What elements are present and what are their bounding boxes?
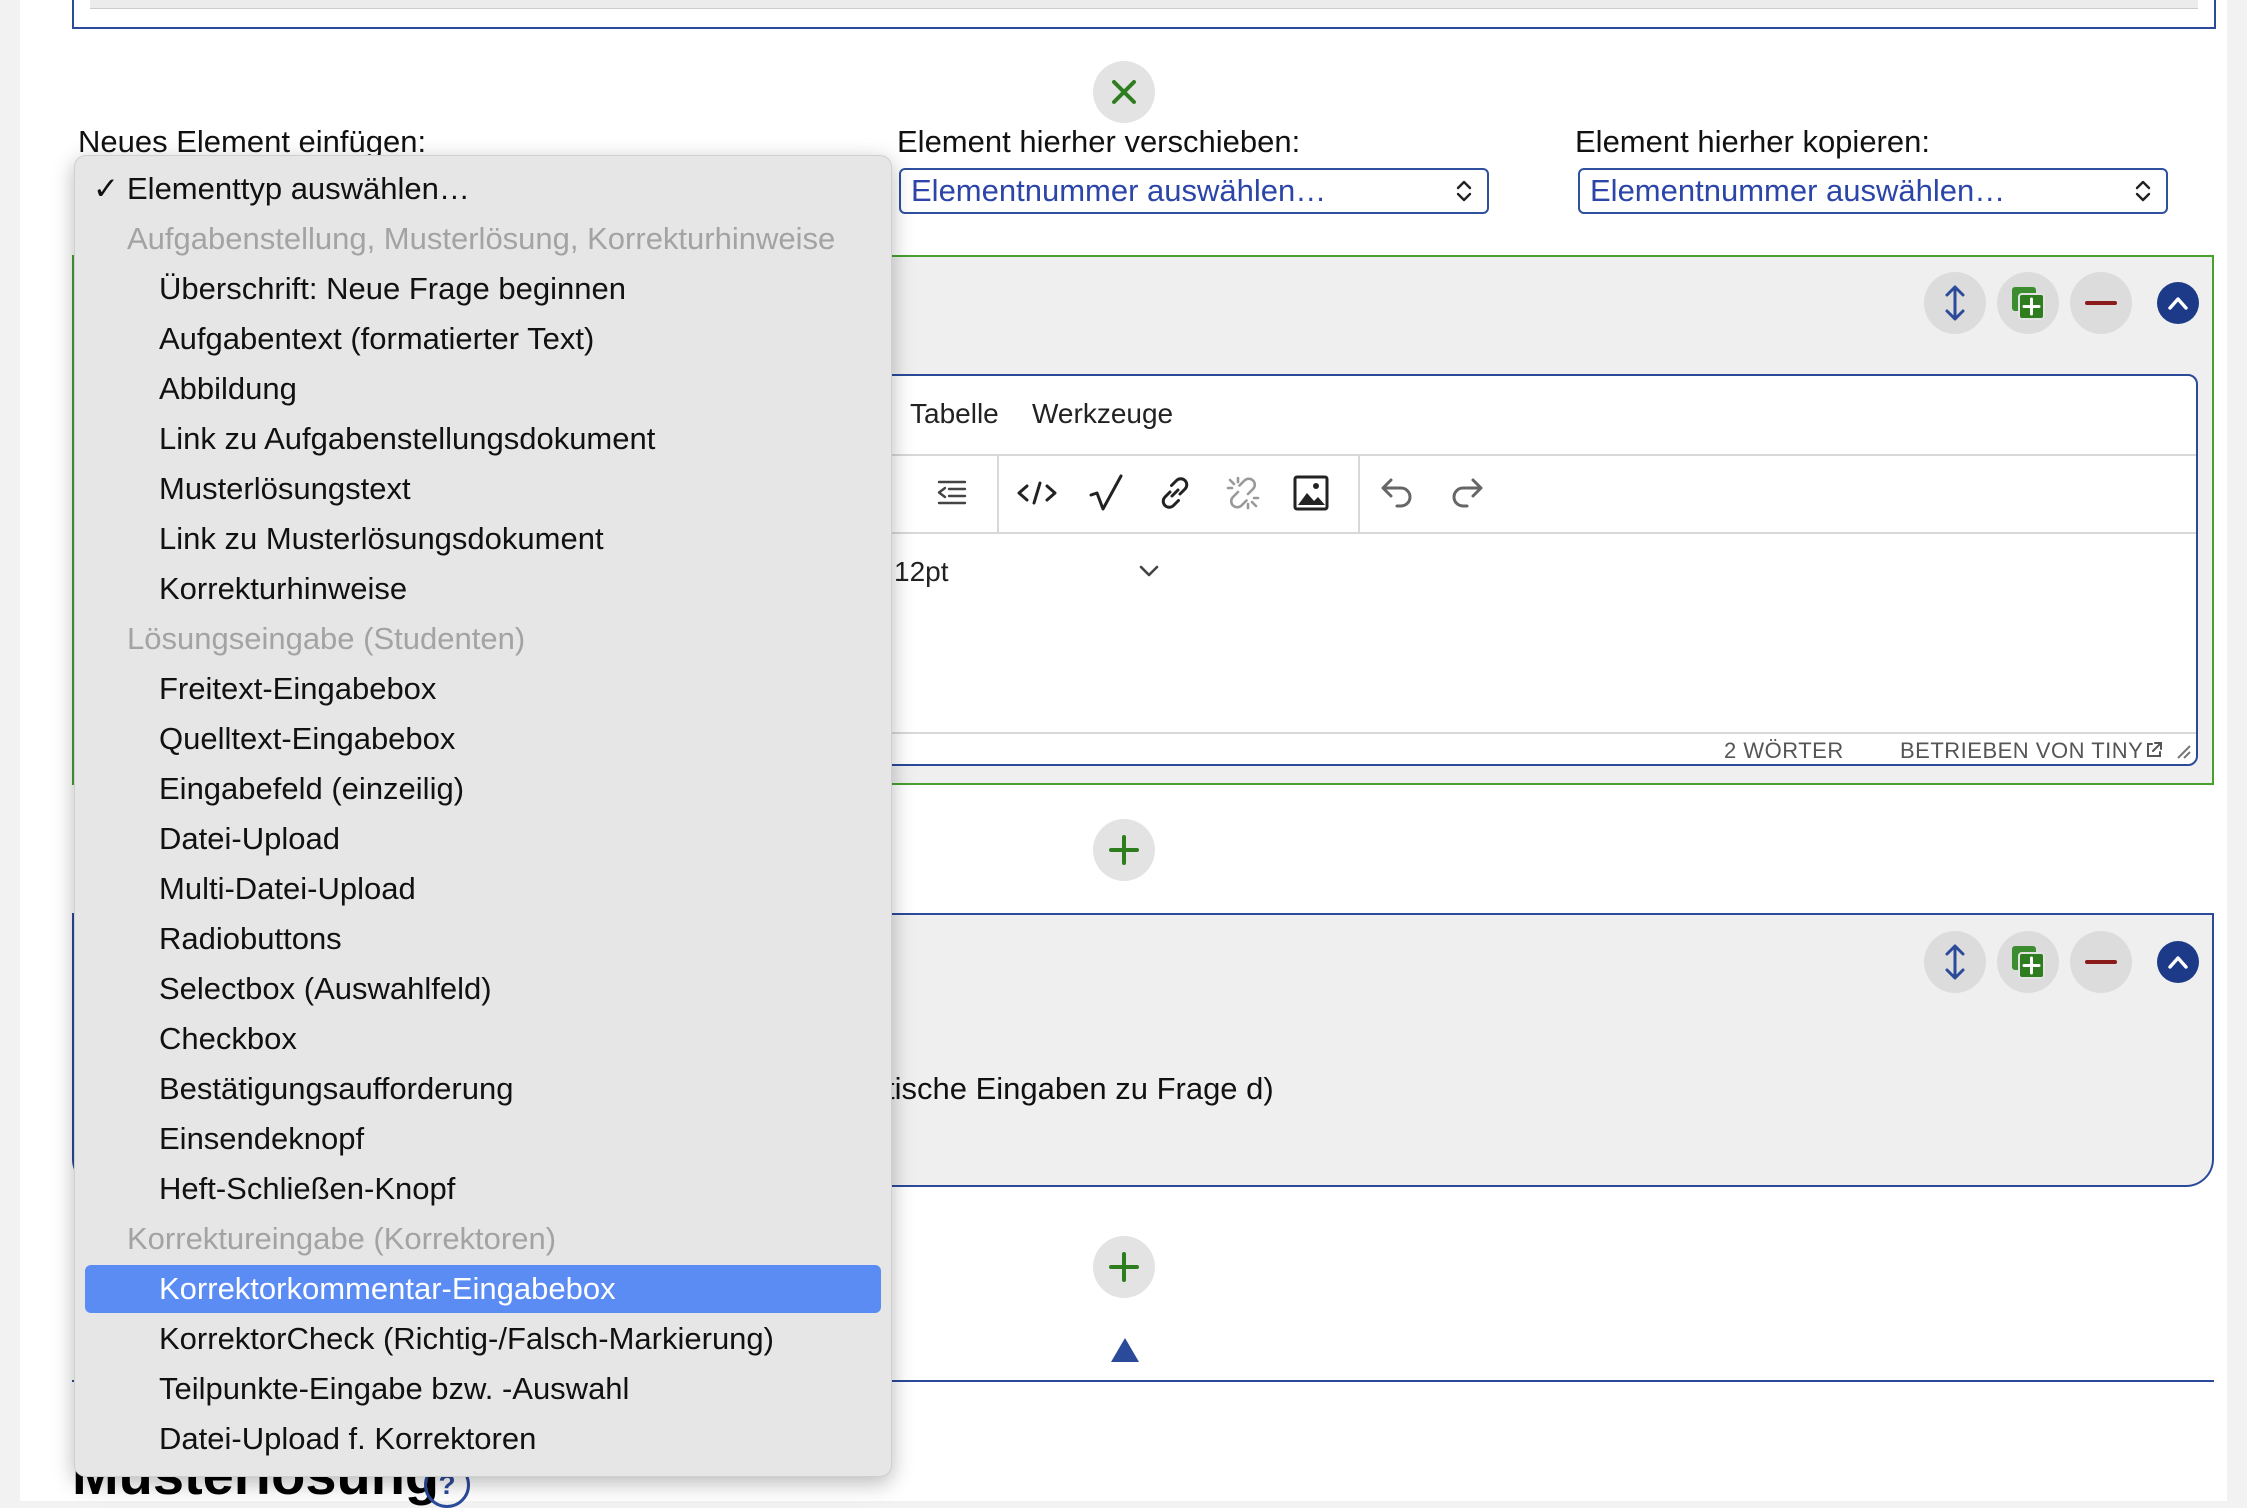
- dropdown-option[interactable]: Link zu Musterlösungsdokument: [75, 515, 891, 563]
- dropdown-option[interactable]: Datei-Upload f. Korrektoren: [75, 1415, 891, 1463]
- remove-element-button[interactable]: [2070, 272, 2132, 334]
- dropdown-option[interactable]: Einsendeknopf: [75, 1115, 891, 1163]
- move-label: Element hierher verschieben:: [897, 124, 1301, 159]
- dropdown-option[interactable]: Musterlösungstext: [75, 465, 891, 513]
- word-count: 2 WÖRTER: [1724, 738, 1844, 763]
- updown-chevron-icon: [1456, 180, 1472, 202]
- copy-label: Element hierher kopieren:: [1575, 124, 1930, 159]
- copy-select-value: Elementnummer auswählen…: [1590, 173, 2006, 208]
- powered-by-link[interactable]: BETRIEBEN VON TINY: [1900, 738, 2143, 764]
- dropdown-option[interactable]: KorrektorCheck (Richtig-/Falsch-Markieru…: [75, 1315, 891, 1363]
- option-label: Elementtyp auswählen…: [127, 171, 470, 206]
- add-element-button[interactable]: [1093, 819, 1155, 881]
- external-link-icon: [2147, 742, 2162, 757]
- dropdown-option[interactable]: Radiobuttons: [75, 915, 891, 963]
- minus-icon: [2085, 960, 2117, 964]
- editor-format-bar: 12pt: [874, 532, 2196, 612]
- editor-menubar: Tabelle Werkzeuge: [874, 376, 2196, 456]
- outdent-icon[interactable]: [929, 470, 975, 516]
- dropdown-option[interactable]: Checkbox: [75, 1015, 891, 1063]
- close-icon: [1112, 80, 1136, 104]
- toolbar-divider: [1358, 454, 1360, 532]
- duplicate-icon: [2012, 287, 2045, 320]
- dropdown-group-label: Aufgabenstellung, Musterlösung, Korrektu…: [127, 221, 836, 256]
- math-sqrt-icon[interactable]: [1084, 470, 1130, 516]
- source-code-icon[interactable]: [1014, 470, 1060, 516]
- undo-icon[interactable]: [1374, 470, 1420, 516]
- dropdown-option[interactable]: Datei-Upload: [75, 815, 891, 863]
- copy-select[interactable]: Elementnummer auswählen…: [1578, 168, 2168, 214]
- editor-content-area[interactable]: [874, 610, 2196, 732]
- dropdown-group-label: Lösungseingabe (Studenten): [127, 621, 526, 656]
- menu-tabelle[interactable]: Tabelle: [910, 398, 999, 430]
- checkmark-icon: ✓: [93, 171, 119, 206]
- chevron-down-icon[interactable]: [1138, 564, 1160, 578]
- move-select[interactable]: Elementnummer auswählen…: [899, 168, 1489, 214]
- minus-icon: [2085, 301, 2117, 305]
- dropdown-option[interactable]: Korrekturhinweise: [75, 565, 891, 613]
- dropdown-option[interactable]: Bestätigungsaufforderung: [75, 1065, 891, 1113]
- remove-element-button[interactable]: [2070, 931, 2132, 993]
- duplicate-element-button[interactable]: [1997, 931, 2059, 993]
- toolbar-divider: [997, 454, 999, 532]
- chevron-up-icon: [2168, 956, 2188, 969]
- dropdown-option[interactable]: Abbildung: [75, 365, 891, 413]
- plus-icon: [1109, 835, 1139, 865]
- updown-chevron-icon: [2135, 180, 2151, 202]
- move-element-button[interactable]: [1924, 272, 1986, 334]
- page: Neues Element einfügen: Element hierher …: [20, 0, 2227, 1508]
- dropdown-option[interactable]: Teilpunkte-Eingabe bzw. -Auswahl: [75, 1365, 891, 1413]
- dropdown-option[interactable]: Überschrift: Neue Frage beginnen: [75, 265, 891, 313]
- close-button[interactable]: [1093, 61, 1155, 123]
- move-element-button[interactable]: [1924, 931, 1986, 993]
- dropdown-option[interactable]: Eingabefeld (einzeilig): [75, 765, 891, 813]
- chevron-up-icon: [2168, 297, 2188, 310]
- dropdown-group-label: Korrektureingabe (Korrektoren): [127, 1221, 557, 1256]
- resize-handle-icon[interactable]: [2174, 742, 2192, 760]
- editor-toolbar: [874, 454, 2196, 534]
- scroll-up-triangle-icon[interactable]: [1110, 1337, 1140, 1363]
- dropdown-option[interactable]: Aufgabentext (formatierter Text): [75, 315, 891, 363]
- move-select-value: Elementnummer auswählen…: [911, 173, 1327, 208]
- unlink-icon[interactable]: [1220, 470, 1266, 516]
- duplicate-icon: [2012, 946, 2045, 979]
- previous-element-content: [90, 0, 2198, 9]
- link-icon[interactable]: [1152, 470, 1198, 516]
- element-type-dropdown: ✓ Elementtyp auswählen… Aufgabenstellung…: [74, 155, 892, 1477]
- redo-icon[interactable]: [1444, 470, 1490, 516]
- duplicate-element-button[interactable]: [1997, 272, 2059, 334]
- add-element-button[interactable]: [1093, 1236, 1155, 1298]
- vertical-arrows-icon: [1945, 285, 1965, 321]
- font-size-select[interactable]: 12pt: [894, 556, 949, 588]
- collapse-element-button[interactable]: [2157, 282, 2199, 324]
- dropdown-option-highlighted[interactable]: Korrektorkommentar-Eingabebox: [85, 1265, 881, 1313]
- dropdown-option[interactable]: Heft-Schließen-Knopf: [75, 1165, 891, 1213]
- plus-icon: [1109, 1252, 1139, 1282]
- menu-werkzeuge[interactable]: Werkzeuge: [1032, 398, 1173, 430]
- dropdown-option[interactable]: Link zu Aufgabenstellungsdokument: [75, 415, 891, 463]
- element-text: tische Eingaben zu Frage d): [886, 1071, 1274, 1106]
- vertical-arrows-icon: [1945, 944, 1965, 980]
- dropdown-option[interactable]: Freitext-Eingabebox: [75, 665, 891, 713]
- dropdown-option[interactable]: Selectbox (Auswahlfeld): [75, 965, 891, 1013]
- dropdown-option[interactable]: Multi-Datei-Upload: [75, 865, 891, 913]
- image-icon[interactable]: [1288, 470, 1334, 516]
- rich-text-editor: Tabelle Werkzeuge 12pt 2 WÖRTER BETRIEBE…: [872, 374, 2198, 766]
- dropdown-option-placeholder[interactable]: ✓ Elementtyp auswählen…: [75, 165, 891, 213]
- statusbar-divider: [874, 732, 2196, 734]
- collapse-element-button[interactable]: [2157, 941, 2199, 983]
- dropdown-option[interactable]: Quelltext-Eingabebox: [75, 715, 891, 763]
